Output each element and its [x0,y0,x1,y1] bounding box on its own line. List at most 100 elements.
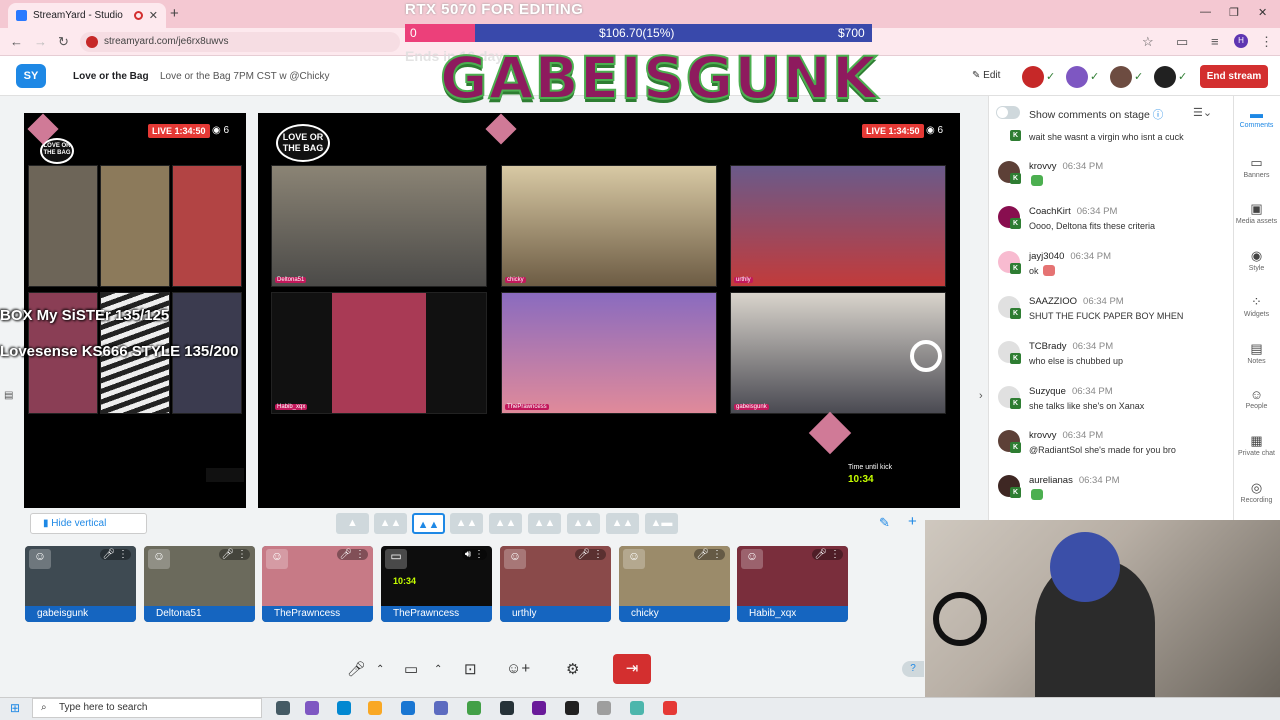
comment-item: K wait she wasnt a virgin who isnt a cuc… [998,130,1224,144]
participant-name: Deltona51 [144,606,255,622]
speaker-icon[interactable]: 🔊︎ ⋮ [461,549,487,560]
taskbar-search-input[interactable]: ⌕ Type here to search [32,698,262,718]
participant-card[interactable]: ☺ 🎤︎ ⋮ Deltona51 [144,546,255,622]
stage-cam[interactable]: ThePrawncess [501,292,717,414]
destination-avatar[interactable] [1022,66,1044,88]
rail-comments[interactable]: ▬ Comments [1233,106,1280,129]
streamer-webcam-overlay [925,520,1280,700]
layout-solo[interactable]: ▲ [336,513,369,534]
invite-guest-icon[interactable]: ☺+ [506,660,530,677]
microphone-icon[interactable]: 🎤︎ [347,660,366,678]
mic-icon[interactable]: 🎤︎ ⋮ [218,549,250,560]
destination-avatar[interactable] [1110,66,1132,88]
hide-vertical-button[interactable]: ▮ Hide vertical [30,513,147,534]
close-tab-icon[interactable]: ✕ [149,9,158,22]
layout-leader[interactable]: ▲▲ [450,513,483,534]
breadcrumb-broadcast[interactable]: Love or the Bag [73,71,149,82]
stage-cam[interactable]: Deltona51 [271,165,487,287]
camera-icon[interactable]: ▭ [404,660,418,678]
mic-icon[interactable]: 🎤︎ ⋮ [336,549,368,560]
end-stream-button[interactable]: End stream [1200,65,1268,88]
participant-card[interactable]: ☺ 🎤︎ ⋮ Habib_xqx [737,546,848,622]
layout-group[interactable]: ▲▲ [412,513,445,534]
show-comments-toggle[interactable] [996,106,1020,119]
forward-icon[interactable]: → [34,34,47,49]
new-tab-icon[interactable]: + [170,5,179,22]
steam-icon[interactable] [500,701,514,715]
mic-icon[interactable]: 🎤︎ ⋮ [99,549,131,560]
layout-pip[interactable]: ▲▲ [567,513,600,534]
chrome-icon[interactable] [467,701,481,715]
copilot-icon[interactable] [305,701,319,715]
discord-icon[interactable] [434,701,448,715]
layout-cinema[interactable]: ▲▲ [606,513,639,534]
destination-avatar[interactable] [1154,66,1176,88]
browser-menu-icon[interactable]: ⋮ [1260,34,1273,50]
maximize-icon[interactable]: ❐ [1229,6,1239,19]
stage-cam[interactable]: urthly [730,165,946,287]
windows-start-icon[interactable]: ⊞ [10,701,20,715]
show-comments-label: Show comments on stage ⓘ [1029,109,1164,121]
participant-card[interactable]: ☺ 🎤︎ ⋮ ThePrawncess [262,546,373,622]
app-icon[interactable] [597,701,611,715]
reload-icon[interactable]: ↻ [58,34,69,50]
participant-card[interactable]: ☺ 🎤︎ ⋮ chicky [619,546,730,622]
filter-icon[interactable]: ☰⌄ [1193,106,1212,119]
rail-media-assets[interactable]: ▣ Media assets [1233,201,1280,225]
browser-tab[interactable]: StreamYard - Studio ✕ [8,3,166,28]
rail-recording[interactable]: ◎ Recording [1233,480,1280,504]
phone-icon: ▮ [43,518,49,529]
share-screen-icon[interactable]: ⊡ [464,660,477,678]
chrome-profile-icon[interactable] [663,701,677,715]
participant-name: ThePrawncess [381,606,492,622]
rail-banners[interactable]: ▭ Banners [1233,155,1280,179]
collapse-panel-chevron-icon[interactable]: › [979,390,983,402]
back-icon[interactable]: ← [10,34,23,49]
help-circle-icon[interactable]: ⓘ [1153,109,1164,121]
profile-avatar[interactable]: H [1234,34,1248,48]
bookmark-star-icon[interactable]: ☆ [1142,34,1154,50]
participant-card[interactable]: 10:34 ▭ 🔊︎ ⋮ ThePrawncess [381,546,492,622]
minimize-icon[interactable]: — [1200,6,1211,18]
settings-gear-icon[interactable]: ⚙ [566,660,579,678]
layout-grid[interactable]: ▲▲ [489,513,522,534]
file-explorer-icon[interactable] [368,701,382,715]
app-icon[interactable] [630,701,644,715]
site-info-icon[interactable] [86,36,98,48]
emote-icon [1031,175,1043,186]
mic-icon[interactable]: 🎤︎ ⋮ [574,549,606,560]
participant-card[interactable]: ☺ 🎤︎ ⋮ urthly [500,546,611,622]
destination-avatar[interactable] [1066,66,1088,88]
stage-cam[interactable]: chicky [501,165,717,287]
mic-options-chevron-icon[interactable]: ⌃ [376,664,384,675]
rail-widgets[interactable]: ⁘ Widgets [1233,294,1280,318]
task-view-icon[interactable] [276,701,290,715]
help-icon[interactable]: ? [902,661,924,677]
edit-layout-icon[interactable]: ✎ [879,515,890,531]
mic-icon[interactable]: 🎤︎ ⋮ [693,549,725,560]
layout-group-small[interactable]: ▲▲ [374,513,407,534]
camera-options-chevron-icon[interactable]: ⌃ [434,664,442,675]
rail-private-chat[interactable]: ▦ Private chat [1233,433,1280,457]
rail-style[interactable]: ◉ Style [1233,248,1280,272]
layout-screen[interactable]: ▲▬ [645,513,678,534]
tab-search-icon[interactable]: ≡ [1211,34,1219,49]
mic-icon[interactable]: 🎤︎ ⋮ [811,549,843,560]
captions-icon[interactable]: ▤ [4,390,13,401]
store-icon[interactable] [401,701,415,715]
add-layout-icon[interactable]: + [908,513,917,530]
edit-button[interactable]: ✎ Edit [972,70,1000,81]
obs-icon[interactable] [532,701,546,715]
cast-icon[interactable]: ▭ [1176,34,1188,50]
close-window-icon[interactable]: ✕ [1258,6,1267,19]
participant-card[interactable]: ☺ 🎤︎ ⋮ gabeisgunk [25,546,136,622]
stage-cam[interactable]: Habib_xqx [271,292,487,414]
leave-studio-button[interactable]: ⇥ [613,654,651,684]
rail-notes[interactable]: ▤ Notes [1233,341,1280,365]
url-field[interactable]: streamyard.com/je6rx8uwvs [80,32,400,52]
rail-people[interactable]: ☺ People [1233,387,1280,410]
app-icon[interactable] [565,701,579,715]
layout-thin[interactable]: ▲▲ [528,513,561,534]
edge-icon[interactable] [337,701,351,715]
streamyard-logo[interactable]: SY [16,64,46,88]
